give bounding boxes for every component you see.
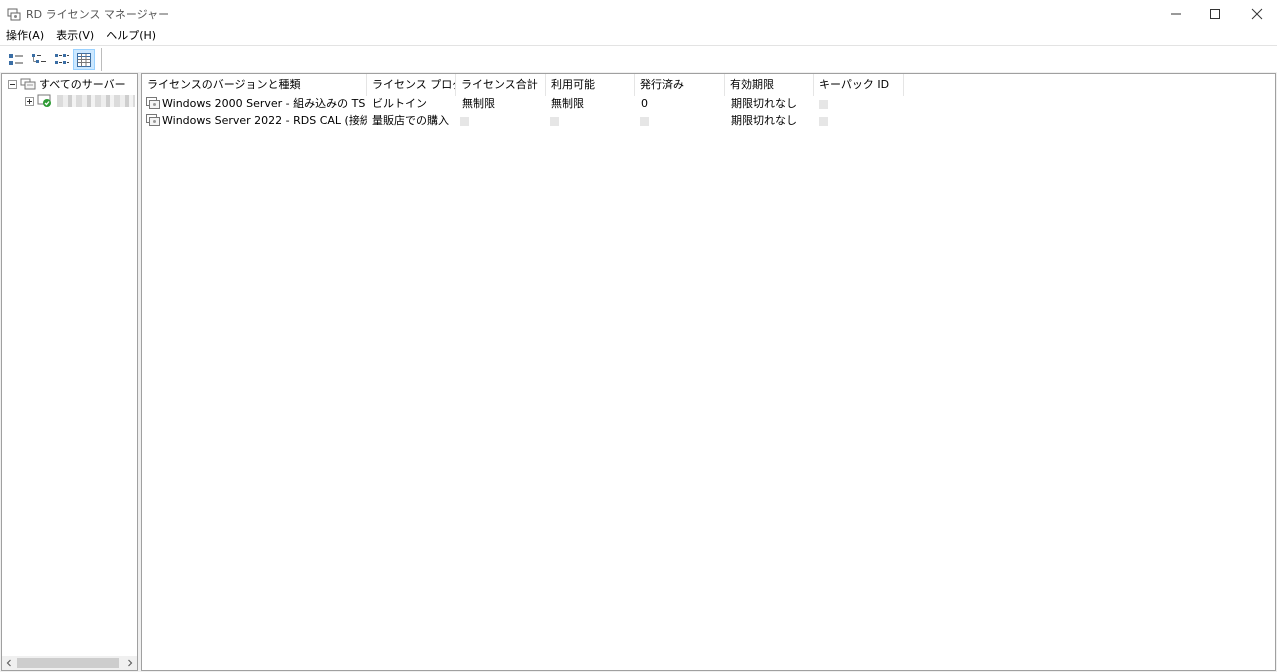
minimize-button[interactable]	[1155, 0, 1197, 27]
license-icon	[146, 114, 160, 126]
list-view-button[interactable]	[51, 49, 73, 70]
tree-root-label: すべてのサーバー	[39, 78, 126, 91]
menu-help[interactable]: ヘルプ(H)	[100, 27, 162, 45]
menu-bar: 操作(A) 表示(V) ヘルプ(H)	[0, 27, 1277, 45]
minimize-icon	[1171, 13, 1181, 14]
details-view-button[interactable]	[73, 49, 95, 70]
column-header-total[interactable]: ライセンス合計	[456, 74, 546, 96]
cell-keypack-redacted	[819, 117, 828, 126]
servers-icon	[20, 78, 36, 90]
small-icons-view-icon	[32, 53, 46, 63]
column-header-available[interactable]: 利用可能	[546, 74, 635, 96]
column-header-program[interactable]: ライセンス プログ...	[367, 74, 456, 96]
license-list-pane: ライセンスのバージョンと種類 ライセンス プログ... ライセンス合計 利用可能…	[141, 73, 1276, 671]
main-area: すべてのサーバー ライセンスのバージョンと種類 ライセンス プロ ライセンス合計…	[0, 72, 1277, 672]
scrollbar-thumb[interactable]	[17, 658, 119, 668]
cell-keypack-redacted	[819, 100, 828, 109]
cell-expiry: 期限切れなし	[731, 97, 797, 110]
menu-action[interactable]: 操作(A)	[0, 27, 50, 45]
small-icons-view-button[interactable]	[28, 49, 50, 70]
column-header-issued[interactable]: 発行済み	[635, 74, 725, 96]
column-header-keypack[interactable]: キーパック ID	[814, 74, 904, 96]
cell-issued-redacted	[640, 117, 649, 126]
license-manager-app-icon	[6, 6, 22, 22]
list-view-icon	[55, 53, 69, 64]
close-icon	[1251, 8, 1263, 19]
cell-expiry: 期限切れなし	[731, 114, 797, 127]
details-view-icon	[77, 52, 91, 67]
scroll-right-icon[interactable]	[123, 656, 137, 670]
server-activated-icon	[37, 94, 51, 107]
toolbar	[0, 45, 1277, 72]
cell-total: 無制限	[462, 97, 495, 110]
large-icons-view-icon	[9, 53, 23, 65]
tree-item-all-servers[interactable]: すべてのサーバー	[8, 76, 126, 92]
column-header-version[interactable]: ライセンスのバージョンと種類	[142, 74, 367, 96]
maximize-button[interactable]	[1194, 0, 1236, 27]
license-icon	[146, 97, 160, 109]
cell-available: 無制限	[551, 97, 584, 110]
collapse-toggle[interactable]	[8, 79, 17, 89]
server-name-redacted	[57, 95, 135, 107]
server-tree-pane: すべてのサーバー	[1, 73, 138, 671]
cell-available-redacted	[550, 117, 559, 126]
scroll-left-icon[interactable]	[2, 656, 16, 670]
window-title: RD ライセンス マネージャー	[26, 8, 170, 21]
cell-version: Windows Server 2022 - RDS CAL (接続ユー...	[162, 114, 367, 127]
cell-program: 量販店での購入	[372, 114, 449, 127]
menu-view[interactable]: 表示(V)	[50, 27, 100, 45]
tree-item-server[interactable]	[25, 93, 135, 109]
close-button[interactable]	[1236, 0, 1277, 27]
expand-toggle[interactable]	[25, 96, 34, 106]
cell-version: Windows 2000 Server - 組み込みの TS CAL...	[162, 97, 367, 110]
rd-license-manager-window: RD ライセンス マネージャー 操作(A) 表示(V) ヘルプ(H) すべてのサ…	[0, 0, 1277, 672]
tree-horizontal-scrollbar[interactable]	[2, 656, 137, 670]
toolbar-separator	[101, 48, 102, 71]
title-bar: RD ライセンス マネージャー	[0, 0, 1277, 27]
column-header-expiry[interactable]: 有効期限	[725, 74, 814, 96]
cell-program: ビルトイン	[372, 97, 427, 110]
cell-total-redacted	[460, 117, 469, 126]
maximize-icon	[1210, 8, 1220, 19]
cell-issued: 0	[641, 97, 648, 110]
large-icons-view-button[interactable]	[5, 49, 27, 70]
